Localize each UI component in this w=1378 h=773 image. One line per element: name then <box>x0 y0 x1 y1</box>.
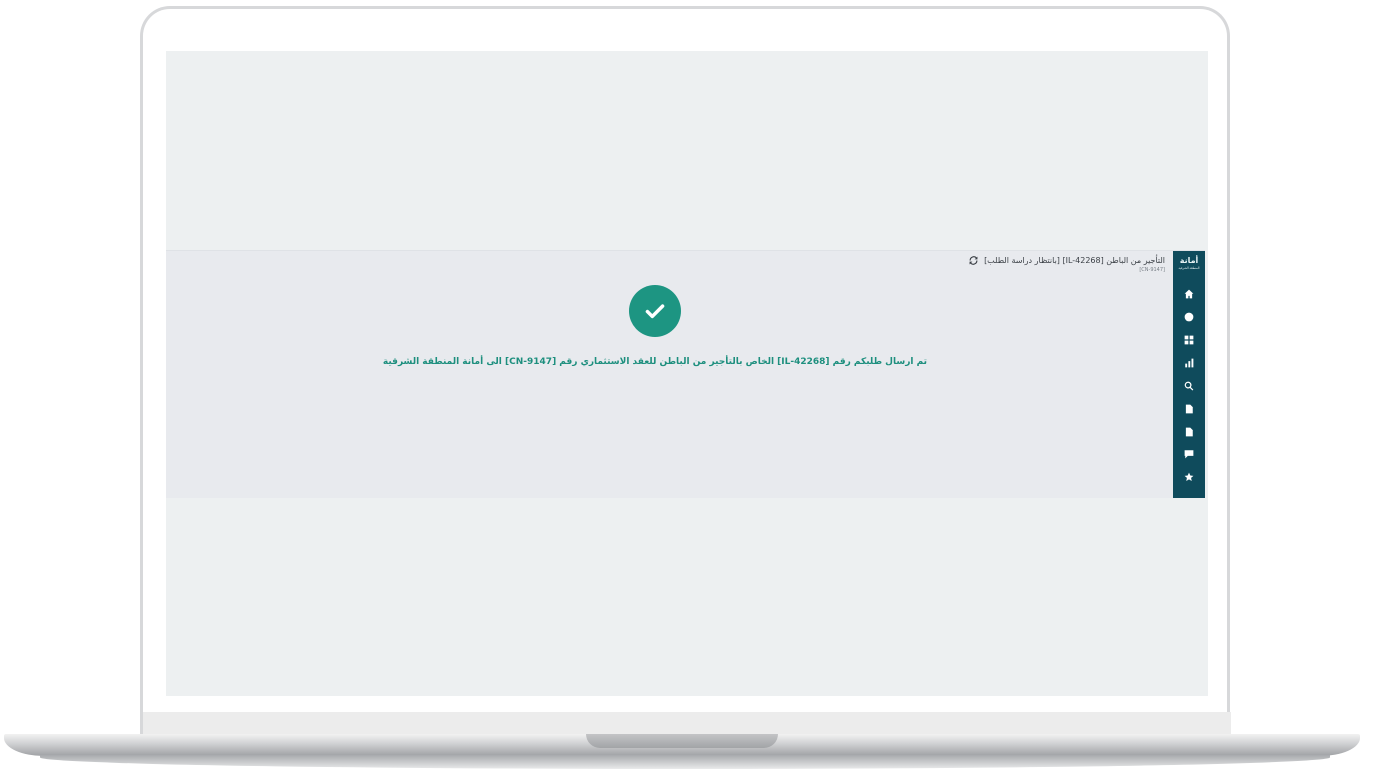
sidebar-item-profile[interactable] <box>1182 310 1196 324</box>
logo[interactable]: أمانة المنطقة الشرقية <box>1176 257 1202 279</box>
file-icon <box>1185 427 1193 437</box>
chat-icon <box>1184 450 1194 459</box>
page-title: التأجير من الباطن [IL-42268] [بانتظار در… <box>969 256 1165 265</box>
page-header: التأجير من الباطن [IL-42268] [بانتظار در… <box>969 256 1165 273</box>
star-icon <box>1184 472 1194 481</box>
contract-number: [CN-9147] <box>1139 267 1165 273</box>
sidebar-item-home[interactable] <box>1182 287 1196 301</box>
search-icon <box>1184 381 1194 391</box>
app-window: التأجير من الباطن [IL-42268] [بانتظار در… <box>166 250 1205 498</box>
sidebar-item-favorites[interactable] <box>1182 470 1196 484</box>
sidebar-item-documents[interactable] <box>1182 402 1196 416</box>
sidebar-item-search[interactable] <box>1182 379 1196 393</box>
page-title-text: التأجير من الباطن [IL-42268] [بانتظار در… <box>984 256 1165 265</box>
circle-icon <box>1184 312 1194 322</box>
laptop-chin <box>143 712 1231 734</box>
sidebar-item-reports[interactable] <box>1182 356 1196 370</box>
success-message: تم ارسال طلبكم رقم [IL-42268] الخاص بالت… <box>382 357 928 367</box>
success-check-icon <box>629 285 681 337</box>
sidebar-item-services[interactable] <box>1182 333 1196 347</box>
grid-icon <box>1184 335 1194 345</box>
laptop-mockup: التأجير من الباطن [IL-42268] [بانتظار در… <box>0 0 1378 773</box>
refresh-icon[interactable] <box>969 256 978 265</box>
logo-text: أمانة <box>1179 256 1199 265</box>
laptop-base-shadow <box>40 755 1330 769</box>
laptop-notch <box>586 734 778 748</box>
logo-subtext: المنطقة الشرقية <box>1178 266 1200 270</box>
sidebar: أمانة المنطقة الشرقية <box>1173 251 1205 498</box>
sidebar-item-messages[interactable] <box>1182 447 1196 461</box>
chart-icon <box>1185 358 1194 368</box>
home-icon <box>1184 289 1194 299</box>
laptop-screen: التأجير من الباطن [IL-42268] [بانتظار در… <box>166 51 1208 696</box>
document-icon <box>1185 404 1193 414</box>
sidebar-item-files[interactable] <box>1182 425 1196 439</box>
